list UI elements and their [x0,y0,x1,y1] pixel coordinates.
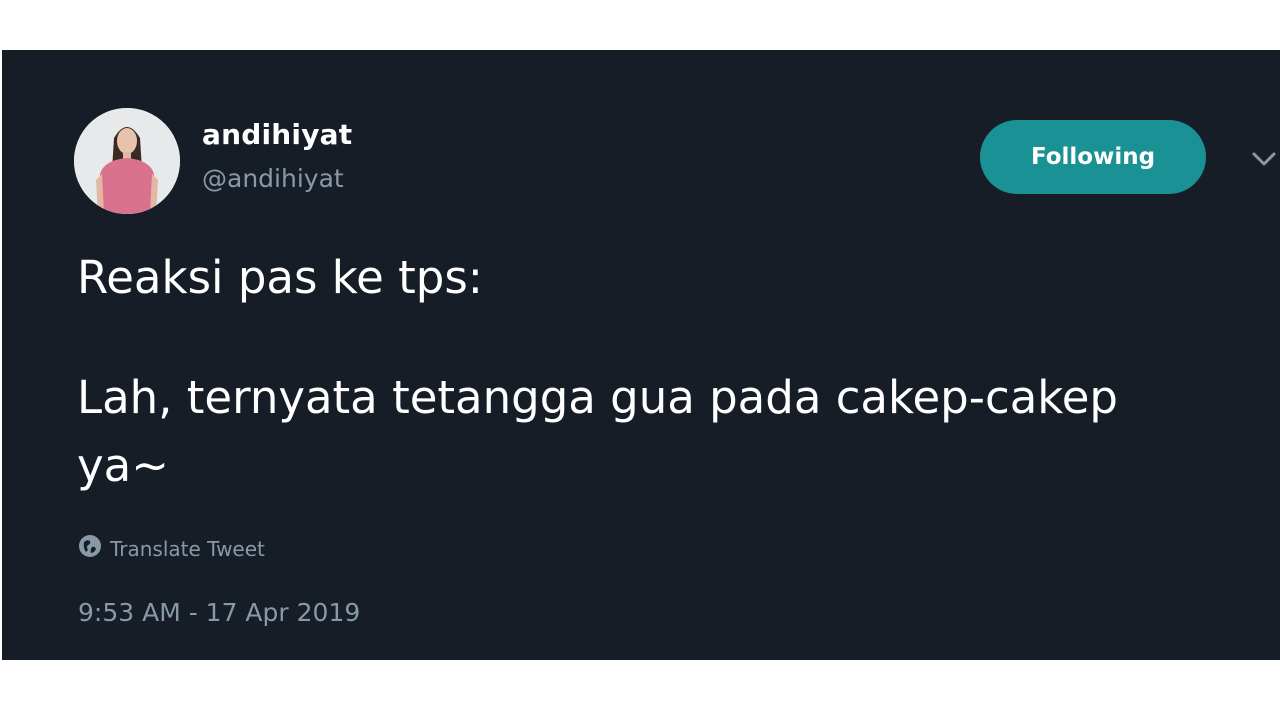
username-handle[interactable]: @andihiyat [202,164,344,193]
tweet-timestamp[interactable]: 9:53 AM - 17 Apr 2019 [78,598,360,627]
chevron-down-icon[interactable] [1242,144,1280,174]
avatar[interactable] [74,108,180,214]
tweet-text-line: Reaksi pas ke tps: [77,251,483,304]
tweet-text-line: ya~ [77,439,169,492]
tweet-text-line: Lah, ternyata tetangga gua pada cakep-ca… [77,371,1118,424]
following-button[interactable]: Following [980,120,1206,194]
translate-tweet-label: Translate Tweet [110,536,265,561]
tweet-text: Reaksi pas ke tps: Lah, ternyata tetangg… [77,244,1277,500]
tweet-card: andihiyat @andihiyat Following Reaksi pa… [2,50,1280,660]
person-avatar-icon [74,108,180,214]
display-name[interactable]: andihiyat [202,118,352,151]
translate-tweet-link[interactable]: Translate Tweet [78,534,265,563]
globe-icon [78,534,110,563]
